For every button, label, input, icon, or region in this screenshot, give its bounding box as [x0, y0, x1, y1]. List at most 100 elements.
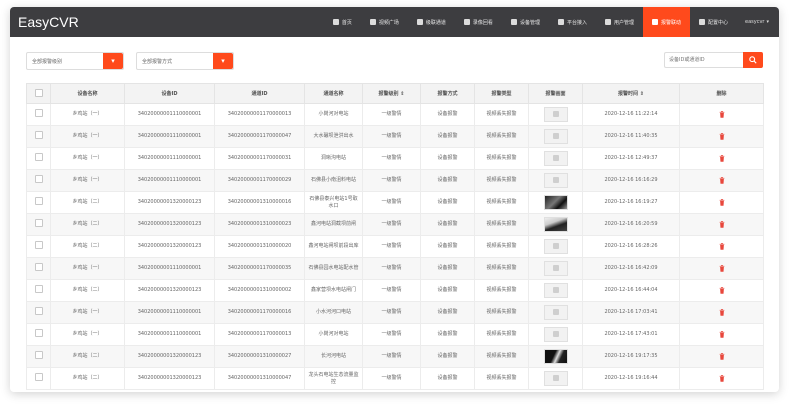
nav-item[interactable]: 平台接入 — [549, 7, 596, 37]
row-checkbox[interactable] — [34, 153, 43, 161]
row-select-cell[interactable] — [26, 169, 51, 192]
row-select-cell[interactable] — [26, 147, 51, 170]
column-header-sortable[interactable]: 报警时间 ⇕ — [582, 83, 680, 104]
row-select-cell[interactable] — [26, 257, 51, 280]
trash-icon[interactable] — [719, 242, 725, 250]
cell-delete — [679, 323, 764, 346]
row-checkbox[interactable] — [34, 219, 43, 227]
row-checkbox[interactable] — [34, 263, 43, 271]
cell-device-id: 34020000001110000001 — [124, 147, 215, 170]
row-select-cell[interactable] — [26, 235, 51, 258]
alarm-snapshot-thumbnail[interactable] — [543, 261, 568, 276]
alarm-snapshot-thumbnail[interactable] — [543, 107, 568, 122]
nav-item[interactable]: 视频广场 — [361, 7, 408, 37]
alarm-snapshot-thumbnail[interactable] — [543, 305, 568, 320]
alarm-snapshot-thumbnail[interactable] — [543, 283, 568, 298]
cell-alarm-image — [528, 345, 583, 368]
trash-icon[interactable] — [719, 264, 725, 272]
row-checkbox[interactable] — [34, 109, 43, 117]
row-select-cell[interactable] — [26, 103, 51, 126]
alarm-snapshot-thumbnail[interactable] — [543, 173, 568, 188]
alarm-snapshot-thumbnail[interactable] — [543, 151, 568, 166]
alarm-snapshot-thumbnail[interactable] — [543, 195, 568, 210]
row-select-cell[interactable] — [26, 191, 51, 214]
alarm-snapshot-thumbnail[interactable] — [543, 327, 568, 342]
trash-icon[interactable] — [719, 286, 725, 294]
alarm-snapshot-thumbnail[interactable] — [543, 371, 568, 386]
cell-device-id: 34020000001110000001 — [124, 169, 215, 192]
nav-item[interactable]: 报警联动 — [642, 7, 690, 37]
cell-device-name: 乡鸡站（一） — [50, 169, 125, 192]
cell-method: 设备报警 — [420, 191, 475, 214]
trash-icon[interactable] — [719, 220, 725, 228]
nav-item[interactable]: 设备管理 — [502, 7, 549, 37]
select-all-cell[interactable] — [26, 83, 51, 104]
row-select-cell[interactable] — [26, 213, 51, 236]
trash-icon[interactable] — [719, 308, 725, 316]
cell-level: 一级警情 — [362, 323, 421, 346]
row-select-cell[interactable] — [26, 367, 51, 390]
cell-channel-id: 34020000001310000002 — [214, 279, 305, 302]
row-checkbox[interactable] — [34, 307, 43, 315]
alarm-snapshot-thumbnail[interactable] — [543, 129, 568, 144]
row-select-cell[interactable] — [26, 323, 51, 346]
trash-icon[interactable] — [719, 110, 725, 118]
nav-item[interactable]: 录像回看 — [455, 7, 502, 37]
table-body: 乡鸡站（一） 34020000001110000001 34020000001170… — [26, 103, 764, 390]
alarm-level-select[interactable]: 全部报警级别 ▾ — [26, 52, 124, 70]
table-row: 乡鸡站（一） 34020000001110000001 34020000001170… — [26, 103, 764, 126]
column-header: 设备ID — [124, 83, 215, 104]
alarm-method-select[interactable]: 全部报警方式 ▾ — [136, 52, 234, 70]
nav-item[interactable]: 配置中心 — [690, 7, 737, 37]
cell-channel-id: 34020000001310000020 — [214, 235, 305, 258]
cell-alarm-image — [528, 367, 583, 390]
cell-device-name: 乡鸡站（二） — [50, 345, 125, 368]
trash-icon[interactable] — [719, 154, 725, 162]
row-checkbox[interactable] — [34, 373, 43, 381]
cell-channel-name: 石佛县园水电站配水管 — [304, 257, 363, 280]
column-header-sortable[interactable]: 报警级别 ⇕ — [362, 83, 421, 104]
trash-icon[interactable] — [719, 330, 725, 338]
cell-device-id: 34020000001110000001 — [124, 103, 215, 126]
alarm-snapshot-thumbnail[interactable] — [543, 239, 568, 254]
chevron-down-icon[interactable]: ▾ — [103, 53, 123, 69]
cell-device-id: 34020000001320000123 — [124, 191, 215, 214]
nav-item[interactable]: 级联通道 — [408, 7, 455, 37]
row-checkbox[interactable] — [34, 351, 43, 359]
nav-item[interactable]: 首页 — [324, 7, 361, 37]
row-checkbox[interactable] — [34, 175, 43, 183]
trash-icon[interactable] — [719, 352, 725, 360]
platform-icon — [557, 19, 564, 25]
cell-level: 一级警情 — [362, 213, 421, 236]
trash-icon[interactable] — [719, 198, 725, 206]
row-checkbox[interactable] — [34, 329, 43, 337]
row-checkbox[interactable] — [34, 131, 43, 139]
chevron-down-icon[interactable]: ▾ — [213, 53, 233, 69]
trash-icon[interactable] — [719, 176, 725, 184]
alarm-snapshot-thumbnail[interactable] — [543, 349, 568, 364]
trash-icon[interactable] — [719, 132, 725, 140]
row-select-cell[interactable] — [26, 125, 51, 148]
cell-level: 一级警情 — [362, 279, 421, 302]
cell-device-id: 34020000001320000123 — [124, 235, 215, 258]
search-input[interactable] — [664, 52, 743, 68]
alarm-snapshot-thumbnail[interactable] — [543, 217, 568, 232]
cell-device-name: 乡鸡站（二） — [50, 279, 125, 302]
table-header-row: 设备名称 设备ID 通道ID 通道名称 报警级别 ⇕ 报警方式 报警类型 报警画… — [26, 83, 764, 104]
row-select-cell[interactable] — [26, 301, 51, 324]
column-header: 报警画面 — [528, 83, 583, 104]
sort-icon[interactable]: ⇕ — [640, 91, 644, 97]
sort-icon[interactable]: ⇕ — [400, 91, 404, 97]
row-checkbox[interactable] — [34, 197, 43, 205]
search-button[interactable] — [743, 52, 763, 68]
app-window: EasyCVR 首页 视频广场 级联通道 录像回看 设备管理 平台接入 用户管理 报警联动 配置… — [10, 7, 779, 392]
nav-item[interactable]: 用户管理 — [596, 7, 643, 37]
row-select-cell[interactable] — [26, 345, 51, 368]
trash-icon[interactable] — [719, 374, 725, 382]
row-checkbox[interactable] — [34, 285, 43, 293]
row-checkbox[interactable] — [34, 241, 43, 249]
select-all-checkbox[interactable] — [34, 88, 43, 97]
table-row: 乡鸡站（一） 34020000001110000001 34020000001170… — [26, 125, 764, 148]
row-select-cell[interactable] — [26, 279, 51, 302]
user-menu[interactable]: easycvr ▾ — [737, 19, 779, 25]
